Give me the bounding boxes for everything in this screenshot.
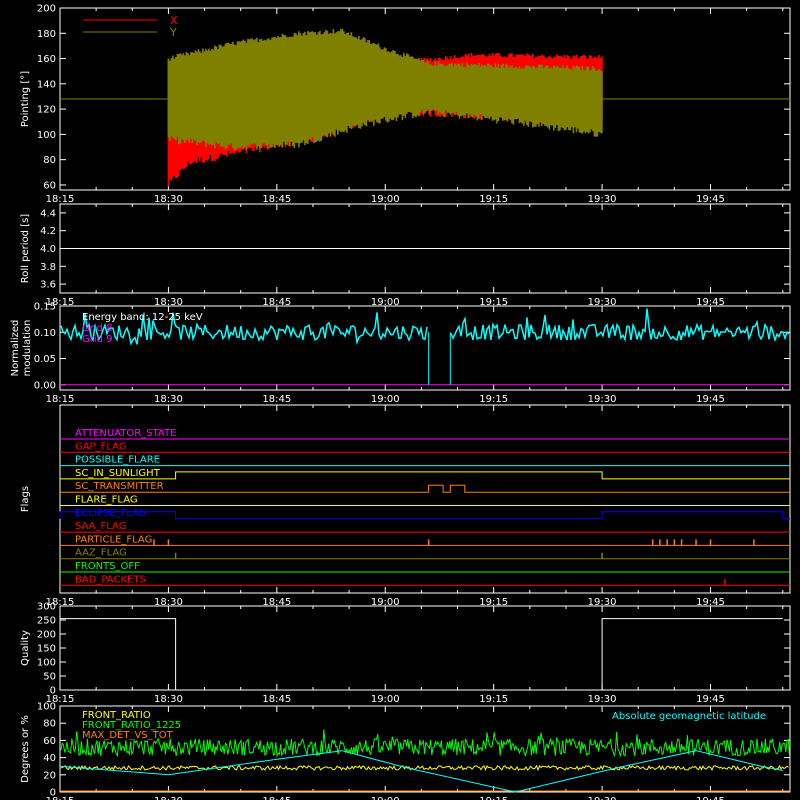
y-tick-label: 50 [43, 672, 56, 683]
flag-line [60, 471, 790, 480]
y-tick-label: 140 [37, 79, 56, 90]
x-tick-label: 18:45 [262, 796, 291, 800]
y-tick-label: 0.10 [34, 328, 56, 339]
y-tick-label: 4.2 [40, 226, 56, 237]
series-line-yellow [60, 764, 789, 772]
series-line-y [167, 28, 603, 151]
chart-stage: 18:15 18:30 18:45 19:00 19:15 19:30 19:45 60 80 1… [0, 0, 800, 800]
flag-label: PARTICLE_FLAG [75, 534, 152, 545]
flag-label: SC_IN_SUNLIGHT [75, 468, 161, 479]
panel-2: 18:15 18:30 18:45 19:00 19:15 19:30 19:453.63.… [20, 203, 791, 308]
x-tick-label: 19:15 [479, 194, 508, 205]
flag-label: AAZ_FLAG [75, 548, 127, 559]
flag-label: SC_TRANSMITTER [75, 481, 164, 492]
y-axis-label: Normalized [10, 320, 21, 377]
flag-label: SAA_FLAG [75, 521, 126, 532]
x-tick-label: 18:30 [154, 394, 183, 405]
x-tick-label: 19:45 [696, 694, 725, 705]
y-axis-label: Degrees or % [20, 715, 31, 783]
x-tick-label: 18:30 [154, 194, 183, 205]
y-tick-label: 0.15 [34, 302, 56, 313]
x-tick-label: 18:30 [154, 796, 183, 800]
series-line-latitude [59, 750, 783, 793]
y-tick-label: 80 [43, 155, 56, 166]
flag-line [60, 484, 790, 493]
x-tick-label: 19:45 [696, 194, 725, 205]
flag-line [59, 511, 790, 520]
flag-label: FRONTS_OFF [75, 561, 140, 572]
annotation: Grid 8 [82, 323, 113, 334]
y-tick-label: 80 [43, 719, 56, 730]
x-tick-label: 19:15 [479, 796, 508, 800]
x-tick-label: 19:30 [588, 394, 617, 405]
flag-label: ATTENUATOR_STATE [75, 428, 176, 439]
x-tick-label: 19:00 [371, 194, 400, 205]
y-tick-label: 300 [37, 602, 56, 613]
legend-label: MAX_DET_VS_TOT [82, 730, 174, 741]
y-tick-label: 40 [43, 753, 56, 764]
y-axis-label: Flags [20, 486, 31, 512]
x-tick-label: 19:00 [371, 394, 400, 405]
y-axis-label: Roll period [s] [20, 214, 31, 283]
y-tick-label: 100 [37, 702, 56, 713]
y-tick-label: 0.05 [34, 354, 56, 365]
x-tick-label: 18:45 [262, 694, 291, 705]
x-tick-label: 19:00 [371, 694, 400, 705]
y-tick-label: 3.6 [40, 280, 56, 291]
flag-label: ECLIPSE_FLAG [75, 508, 146, 519]
y-axis-label: Pointing [°] [20, 71, 31, 127]
panel-5: 18:15 18:30 18:45 19:00 19:15 19:30 19:4505010… [20, 602, 791, 705]
x-tick-label: 19:00 [371, 796, 400, 800]
legend-label: Y [169, 26, 177, 39]
y-tick-label: 200 [37, 630, 56, 641]
panel-3: 18:15 18:30 18:45 19:00 19:15 19:30 19:45 0.00 0… [10, 302, 791, 405]
panel-6: 18:1518:3018:4519:0019:1519:3019:4502040… [20, 702, 791, 800]
x-tick-label: 18:45 [262, 194, 291, 205]
annotation: Grid 9 [82, 334, 113, 345]
y-tick-label: 60 [43, 736, 56, 747]
y-tick-label: 0.00 [34, 380, 56, 391]
x-tick-label: 19:15 [479, 694, 508, 705]
y-tick-label: 120 [37, 105, 56, 116]
y-tick-label: 20 [43, 770, 56, 781]
y-tick-label: 180 [37, 29, 56, 40]
annotation: Energy band: 12-25 keV [82, 312, 203, 323]
x-tick-label: 19:30 [588, 194, 617, 205]
panel-4: 18:15 18:30 18:45 19:00 19:15 19:30 19:45Flags… [20, 404, 791, 608]
y-tick-label: 200 [37, 4, 56, 15]
x-tick-label: 18:15 [46, 194, 75, 205]
chart-svg: 18:15 18:30 18:45 19:00 19:15 19:30 19:45 60 80 1… [10, 4, 791, 800]
y-tick-label: 150 [37, 644, 56, 655]
x-tick-label: 19:45 [696, 394, 725, 405]
y-tick-label: 160 [37, 54, 56, 65]
x-tick-label: 18:15 [46, 394, 75, 405]
y-tick-label: 100 [37, 658, 56, 669]
legend-label: Absolute geomagnetic latitude [612, 711, 766, 722]
x-tick-label: 19:45 [696, 796, 725, 800]
y-tick-label: 4.0 [40, 244, 56, 255]
y-tick-label: 0 [50, 788, 56, 799]
flag-label: BAD_PACKETS [75, 574, 146, 585]
panel-1: 18:15 18:30 18:45 19:00 19:15 19:30 19:45 60 80 1… [20, 4, 791, 205]
flag-label: POSSIBLE_FLARE [75, 455, 160, 466]
y-tick-label: 250 [37, 616, 56, 627]
x-tick-label: 18:30 [154, 694, 183, 705]
y-tick-label: 0 [50, 686, 56, 697]
y-tick-label: 60 [43, 180, 56, 191]
x-tick-label: 19:30 [588, 796, 617, 800]
y-tick-label: 100 [37, 130, 56, 141]
flag-label: GAP_FLAG [75, 441, 127, 452]
x-tick-label: 19:30 [588, 694, 617, 705]
y-tick-label: 3.8 [40, 262, 56, 273]
series-line-quality [60, 618, 783, 691]
x-tick-label: 19:15 [479, 394, 508, 405]
flag-label: FLARE_FLAG [75, 495, 138, 506]
y-axis-label: Quality [20, 630, 31, 666]
y-axis-label: modulation [22, 320, 33, 377]
x-tick-label: 18:45 [262, 394, 291, 405]
y-tick-label: 4.4 [40, 208, 56, 219]
